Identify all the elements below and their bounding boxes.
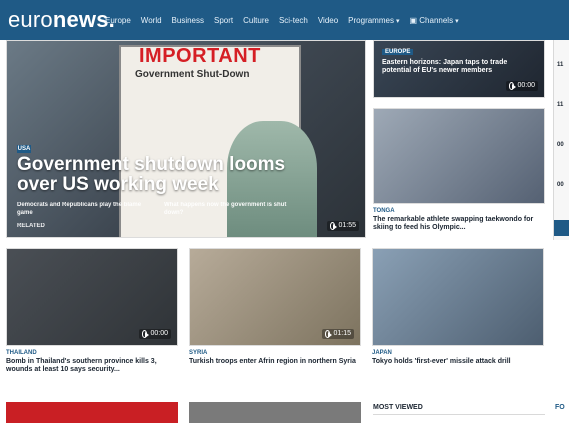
most-viewed-divider <box>373 414 545 415</box>
sidebar-mark-4: 00 <box>557 182 564 188</box>
nav-business[interactable]: Business <box>172 16 204 27</box>
video-duration-badge[interactable]: 01:55 <box>327 221 359 231</box>
story-tag[interactable]: THAILAND <box>6 350 37 356</box>
hero-story-image[interactable]: IMPORTANT Government Shut-Down USA Gover… <box>6 40 366 238</box>
play-icon <box>509 82 517 90</box>
related-item-1[interactable]: Democrats and Republicans play the blame… <box>17 201 157 217</box>
story-card-image[interactable]: 00:00 <box>6 248 178 346</box>
video-duration-badge[interactable]: 01:15 <box>322 329 354 339</box>
chevron-down-icon: ▾ <box>455 18 459 25</box>
hero-country-badge[interactable]: USA <box>17 145 31 153</box>
nav-scitech[interactable]: Sci-tech <box>279 16 308 27</box>
story-card-image[interactable] <box>6 402 178 423</box>
poster-subtitle: Government Shut-Down <box>135 69 250 80</box>
sidebar-blue-block <box>554 220 569 236</box>
euronews-logo[interactable]: euronews. <box>8 8 115 32</box>
story-card-image[interactable]: 01:15 <box>189 248 361 346</box>
nav-channels[interactable]: ▣ Channels ▾ <box>409 16 458 27</box>
duration: 01:15 <box>333 330 351 337</box>
story-tag[interactable]: EUROPE <box>382 49 414 55</box>
story-headline[interactable]: Eastern horizons: Japan taps to trade po… <box>382 59 512 75</box>
story-tag[interactable]: SYRIA <box>189 350 207 356</box>
right-second-story-image[interactable] <box>373 108 545 204</box>
play-icon <box>325 330 333 338</box>
sidebar-mark-2: 11 <box>557 102 564 108</box>
nav-video[interactable]: Video <box>318 16 338 27</box>
right-top-story-image[interactable]: EUROPE Eastern horizons: Japan taps to t… <box>373 40 545 98</box>
related-label: RELATED <box>17 223 45 229</box>
nav-programmes-label: Programmes <box>348 16 394 25</box>
play-icon <box>330 222 338 230</box>
video-duration-badge[interactable]: 00:00 <box>139 329 171 339</box>
main-nav: Europe World Business Sport Culture Sci-… <box>105 16 459 27</box>
duration: 00:00 <box>517 82 535 89</box>
chevron-down-icon: ▾ <box>395 18 400 25</box>
story-card-image[interactable] <box>372 248 544 346</box>
poster-title: IMPORTANT <box>139 45 261 67</box>
nav-programmes[interactable]: Programmes ▾ <box>348 16 399 27</box>
nav-sport[interactable]: Sport <box>214 16 233 27</box>
story-tag[interactable]: JAPAN <box>372 350 392 356</box>
cutoff-heading: FO <box>555 404 565 411</box>
most-viewed-heading: MOST VIEWED <box>373 404 423 411</box>
hero-headline[interactable]: Government shutdown looms over US workin… <box>17 155 307 195</box>
right-sidebar: 11 11 00 00 <box>553 40 569 240</box>
nav-culture[interactable]: Culture <box>243 16 269 27</box>
video-duration-badge[interactable]: 00:00 <box>506 81 538 91</box>
story-headline[interactable]: Turkish troops enter Afrin region in nor… <box>189 358 361 366</box>
story-headline[interactable]: The remarkable athlete swapping taekwond… <box>373 216 545 232</box>
story-card-image[interactable] <box>189 402 361 423</box>
nav-europe[interactable]: Europe <box>105 16 131 27</box>
tv-icon: ▣ <box>409 16 418 25</box>
sidebar-mark-1: 11 <box>557 62 564 68</box>
nav-world[interactable]: World <box>141 16 162 27</box>
nav-channels-label: Channels <box>419 16 454 25</box>
story-tag[interactable]: TONGA <box>373 208 395 214</box>
play-icon <box>142 330 150 338</box>
related-item-2[interactable]: What happens now the government is shut … <box>164 201 304 217</box>
story-headline[interactable]: Tokyo holds 'first-ever' missile attack … <box>372 358 544 366</box>
sidebar-mark-3: 00 <box>557 142 564 148</box>
logo-euro: euro <box>8 7 53 32</box>
duration: 01:55 <box>338 222 356 229</box>
duration: 00:00 <box>150 330 168 337</box>
story-headline[interactable]: Bomb in Thailand's southern province kil… <box>6 358 178 374</box>
